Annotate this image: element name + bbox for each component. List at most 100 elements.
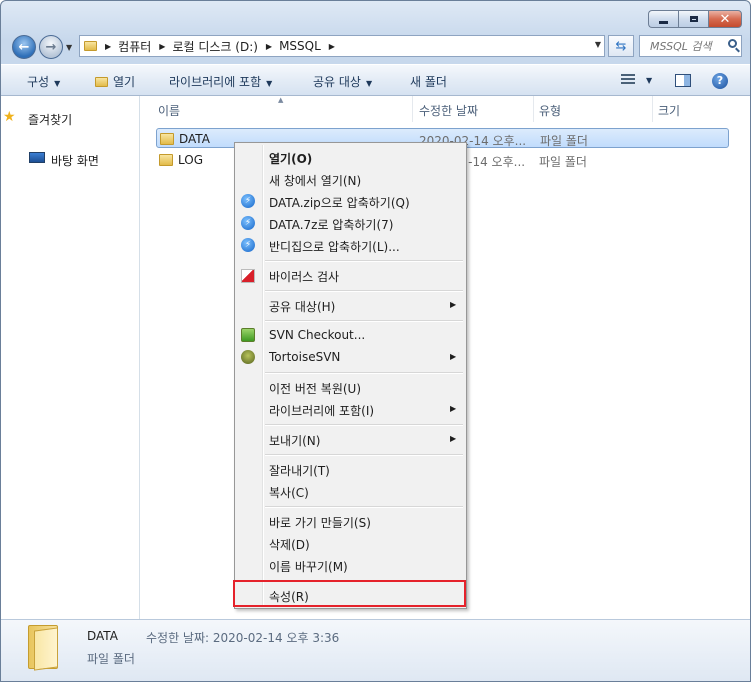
view-options-icon[interactable] <box>621 74 635 86</box>
share-with-label: 공유 대상 <box>313 75 361 89</box>
menu-item-restore-previous[interactable]: 이전 버전 복원(U) <box>269 380 361 397</box>
column-divider[interactable] <box>533 96 534 122</box>
menu-item-7z[interactable]: DATA.7z로 압축하기(7) <box>269 216 393 233</box>
chevron-right-icon[interactable]: ▶ <box>266 42 272 51</box>
menu-item-copy[interactable]: 복사(C) <box>269 484 309 501</box>
chevron-right-icon[interactable]: ▶ <box>329 42 335 51</box>
column-header-name[interactable]: 이름 <box>158 102 180 119</box>
folder-icon <box>159 154 173 166</box>
share-with-button[interactable]: 공유 대상 ▼ <box>313 73 372 90</box>
details-name: DATA <box>87 629 118 643</box>
chevron-down-icon: ▼ <box>365 79 373 88</box>
nav-item-favorites[interactable]: ★ 즐겨찾기 <box>3 109 73 128</box>
organize-button[interactable]: 구성 ▼ <box>27 73 60 90</box>
chevron-down-icon: ▼ <box>54 79 61 88</box>
column-header-date[interactable]: 수정한 날짜 <box>419 102 478 119</box>
minimize-icon <box>659 20 668 24</box>
chevron-right-icon[interactable]: ▶ <box>159 42 165 51</box>
column-header-type[interactable]: 유형 <box>539 102 561 119</box>
open-folder-icon <box>95 77 108 87</box>
chevron-right-icon: ▶ <box>450 300 457 309</box>
caption-buttons: ✕ <box>648 10 742 28</box>
chevron-right-icon: ▶ <box>450 404 457 413</box>
include-library-label: 라이브러리에 포함 <box>169 75 262 89</box>
menu-item-virus-scan[interactable]: 바이러스 검사 <box>269 268 339 285</box>
maximize-button[interactable] <box>678 10 708 28</box>
file-name: LOG <box>178 153 204 167</box>
svn-checkout-icon <box>241 328 255 342</box>
menu-item-share-with[interactable]: 공유 대상(H) <box>269 298 335 315</box>
folder-icon <box>160 133 174 145</box>
menu-separator <box>265 454 463 456</box>
star-icon: ★ <box>3 109 16 125</box>
help-icon[interactable]: ? <box>712 73 728 89</box>
menu-item-bandizip[interactable]: 반디집으로 압축하기(L)... <box>269 238 400 255</box>
tortoisesvn-icon <box>241 350 255 364</box>
details-modified: 수정한 날짜: 2020-02-14 오후 3:36 <box>146 631 340 645</box>
nav-label: 즐겨찾기 <box>28 113 73 127</box>
folder-icon <box>84 41 97 51</box>
arrow-right-icon: → <box>45 39 57 55</box>
chevron-right-icon[interactable]: ▶ <box>105 42 111 51</box>
menu-item-send-to[interactable]: 보내기(N) <box>269 432 320 449</box>
details-pane: DATA 수정한 날짜: 2020-02-14 오후 3:36 파일 폴더 <box>1 619 750 681</box>
menu-item-cut[interactable]: 잘라내기(T) <box>269 462 330 479</box>
include-library-button[interactable]: 라이브러리에 포함 ▼ <box>169 73 272 90</box>
open-button[interactable]: 열기 <box>95 73 135 90</box>
address-bar[interactable]: ▶ 컴퓨터 ▶ 로컬 디스크 (D:) ▶ MSSQL ▶ ▼ <box>79 35 605 57</box>
menu-separator <box>265 506 463 508</box>
properties-highlight <box>233 580 466 607</box>
breadcrumb-computer[interactable]: 컴퓨터 <box>118 38 151 55</box>
context-menu: 열기(O) 새 창에서 열기(N) ⚡ DATA.zip으로 압축하기(Q) ⚡… <box>234 142 467 609</box>
organize-label: 구성 <box>27 75 50 89</box>
menu-item-svn-checkout[interactable]: SVN Checkout... <box>269 328 365 342</box>
search-icon[interactable] <box>728 39 737 48</box>
search-input[interactable] <box>650 39 722 53</box>
column-header-size[interactable]: 크기 <box>658 102 680 119</box>
menu-item-include-library[interactable]: 라이브러리에 포함(I) <box>269 402 374 419</box>
close-icon: ✕ <box>719 11 731 27</box>
desktop-icon <box>29 152 45 163</box>
view-dropdown[interactable]: ▼ <box>646 76 652 85</box>
address-dropdown[interactable]: ▼ <box>595 40 601 49</box>
search-box[interactable] <box>639 35 742 57</box>
arrow-left-icon: ← <box>18 39 30 55</box>
forward-button[interactable]: → <box>39 35 63 59</box>
menu-item-create-shortcut[interactable]: 바로 가기 만들기(S) <box>269 514 371 531</box>
breadcrumb-mssql[interactable]: MSSQL <box>279 39 321 53</box>
menu-separator <box>265 290 463 292</box>
chevron-right-icon: ▶ <box>450 352 457 361</box>
file-type: 파일 폴더 <box>540 134 588 148</box>
explorer-window: ✕ ← → ▼ ▶ 컴퓨터 ▶ 로컬 디스크 (D:) ▶ MSSQL ▶ ▼ … <box>0 0 751 682</box>
maximize-icon <box>689 16 698 22</box>
chevron-down-icon: ▼ <box>266 79 273 88</box>
menu-separator <box>265 424 463 426</box>
menu-item-delete[interactable]: 삭제(D) <box>269 536 310 553</box>
details-type: 파일 폴더 <box>87 652 135 666</box>
recent-pages-dropdown[interactable]: ▼ <box>66 43 72 52</box>
breadcrumb-local-disk[interactable]: 로컬 디스크 (D:) <box>172 38 257 55</box>
chevron-right-icon: ▶ <box>450 434 457 443</box>
menu-item-open[interactable]: 열기(O) <box>269 150 312 167</box>
minimize-button[interactable] <box>648 10 678 28</box>
column-divider[interactable] <box>652 96 653 122</box>
command-bar: 구성 ▼ 열기 라이브러리에 포함 ▼ 공유 대상 ▼ 새 폴더 ▼ ? <box>1 64 750 96</box>
bandizip-icon: ⚡ <box>241 238 255 252</box>
navigation-pane: ★ 즐겨찾기 바탕 화면 <box>1 96 140 619</box>
menu-item-rename[interactable]: 이름 바꾸기(M) <box>269 558 348 575</box>
new-folder-button[interactable]: 새 폴더 <box>410 73 447 90</box>
nav-label: 바탕 화면 <box>51 154 99 168</box>
nav-item-desktop[interactable]: 바탕 화면 <box>29 152 99 169</box>
refresh-button[interactable]: ⇆ <box>608 35 634 57</box>
menu-item-open-new-window[interactable]: 새 창에서 열기(N) <box>269 172 361 189</box>
menu-item-zip[interactable]: DATA.zip으로 압축하기(Q) <box>269 194 410 211</box>
folder-large-icon <box>28 625 60 671</box>
menu-item-tortoisesvn[interactable]: TortoiseSVN <box>269 350 340 364</box>
bandizip-icon: ⚡ <box>241 216 255 230</box>
back-button[interactable]: ← <box>12 35 36 59</box>
column-divider[interactable] <box>412 96 413 122</box>
close-button[interactable]: ✕ <box>708 10 742 28</box>
menu-separator <box>265 260 463 262</box>
refresh-icon: ⇆ <box>615 38 627 54</box>
preview-pane-icon[interactable] <box>675 74 691 87</box>
